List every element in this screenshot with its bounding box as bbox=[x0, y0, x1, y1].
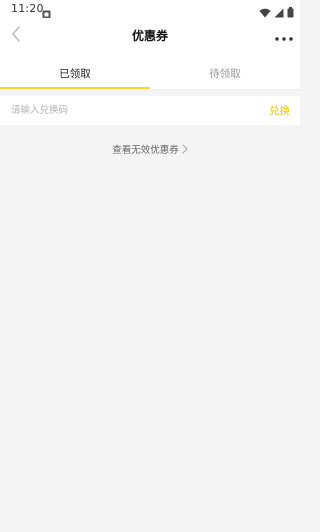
chevron-right-icon bbox=[182, 139, 188, 158]
redeem-button[interactable]: 兑换 bbox=[269, 103, 290, 118]
more-icon bbox=[275, 26, 293, 45]
status-time: 11:20 bbox=[11, 2, 44, 15]
tab-to-receive[interactable]: 待领取 bbox=[150, 54, 300, 89]
page-title: 优惠券 bbox=[131, 29, 168, 43]
tab-received[interactable]: 已领取 bbox=[0, 54, 150, 89]
notification-icon bbox=[42, 4, 51, 19]
redeem-code-input[interactable] bbox=[11, 102, 231, 119]
redeem-row: 兑换 bbox=[0, 96, 300, 125]
coupon-tabs: 已领取 待领取 bbox=[0, 54, 300, 90]
view-invalid-coupons-link[interactable]: 查看无效优惠券 bbox=[0, 139, 300, 158]
nav-bar: 优惠券 bbox=[0, 18, 300, 54]
view-invalid-coupons-label: 查看无效优惠券 bbox=[112, 144, 179, 156]
status-bar: 11:20 bbox=[0, 0, 300, 19]
more-button[interactable] bbox=[274, 28, 294, 42]
